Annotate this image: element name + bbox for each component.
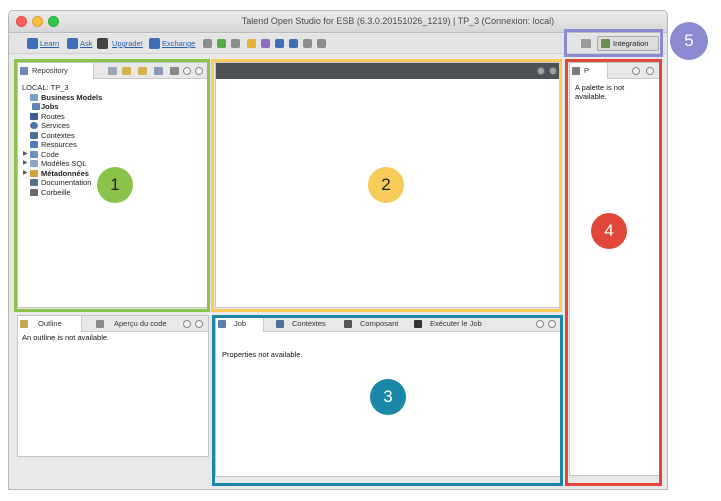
exchange-icon[interactable]: [149, 38, 160, 49]
tab-apercu-code[interactable]: Aperçu du code: [90, 316, 180, 332]
learn-link[interactable]: Learn: [40, 38, 59, 50]
window-title: Talend Open Studio for ESB (6.3.0.201510…: [241, 16, 555, 26]
build-icon[interactable]: [231, 39, 240, 48]
tab-apercu-label: Aperçu du code: [114, 319, 167, 328]
upgrade-link[interactable]: Upgrade!: [112, 38, 143, 50]
sync-icon[interactable]: [303, 39, 312, 48]
ask-link[interactable]: Ask: [80, 38, 93, 50]
stage: Talend Open Studio for ESB (6.3.0.201510…: [0, 0, 721, 501]
tab-outline-label: Outline: [38, 319, 62, 328]
outline-message: An outline is not available.: [22, 333, 110, 342]
annotation-badge-3: 3: [370, 379, 406, 415]
export-icon[interactable]: [275, 39, 284, 48]
annotation-badge-2: 2: [368, 167, 404, 203]
exchange-link[interactable]: Exchange: [162, 38, 195, 50]
outline-maximize-icon[interactable]: [195, 320, 203, 328]
annotation-badge-4: 4: [591, 213, 627, 249]
badge-number: 5: [684, 31, 694, 50]
refresh-icon[interactable]: [317, 39, 326, 48]
import-icon[interactable]: [289, 39, 298, 48]
learn-icon[interactable]: [27, 38, 38, 49]
ask-icon[interactable]: [67, 38, 78, 49]
search-icon[interactable]: [203, 39, 212, 48]
edit-icon[interactable]: [247, 39, 256, 48]
code-preview-icon: [96, 320, 104, 328]
badge-number: 3: [383, 387, 393, 406]
outline-panel: Outline Aperçu du code An outline is not…: [17, 315, 209, 457]
outline-minimize-icon[interactable]: [183, 320, 191, 328]
badge-number: 1: [110, 175, 120, 194]
badge-number: 4: [604, 221, 614, 240]
outline-header: Outline Aperçu du code: [18, 316, 208, 332]
annotation-badge-1: 1: [97, 167, 133, 203]
annotation-badge-5: 5: [670, 22, 708, 60]
annotation-frame-palette: [565, 59, 662, 486]
badge-number: 2: [381, 175, 391, 194]
outline-icon: [20, 320, 28, 328]
run-icon[interactable]: [217, 39, 226, 48]
upgrade-icon[interactable]: [97, 38, 108, 49]
tool-icon[interactable]: [261, 39, 270, 48]
annotation-frame-perspective: [564, 29, 663, 57]
tab-outline[interactable]: Outline: [18, 316, 82, 332]
